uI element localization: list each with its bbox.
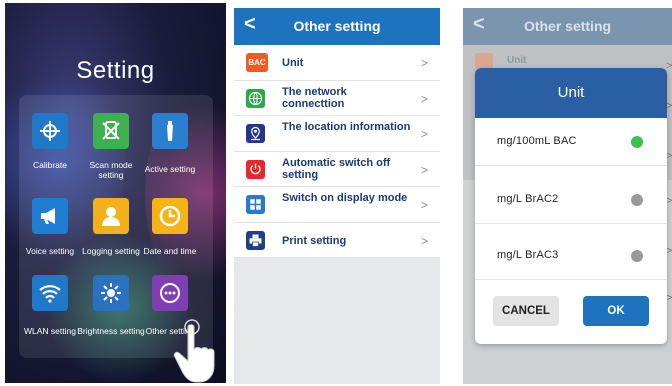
screenshot-root: Setting Calibrate Scan mode setting Acti…	[0, 0, 672, 386]
chevron-right-icon: >	[420, 127, 428, 141]
list-item-location[interactable]: The location information >	[234, 116, 440, 152]
list-item-label: The location information	[282, 121, 411, 133]
list-item-network[interactable]: The network connecttion >	[234, 81, 440, 116]
list-item-label: Switch on display mode	[282, 192, 408, 204]
unit-option-brac3[interactable]: mg/L BrAC3	[475, 232, 667, 280]
brightness-setting-tile[interactable]	[93, 275, 129, 311]
settings-list: BAC Unit > The network connecttion > The…	[234, 45, 440, 258]
list-item-unit[interactable]: BAC Unit >	[234, 45, 440, 81]
list-item-label: The network connecttion	[282, 85, 347, 110]
chevron-right-icon: >	[420, 91, 428, 106]
unit-dialog: Unit mg/100mL BAC mg/L BrAC2 mg/L BrAC3 …	[475, 68, 667, 344]
list-item-label: Automatic switch off setting	[282, 156, 391, 181]
unit-dialog-screen: < Other setting Unit > > > > > > Unit mg…	[463, 8, 672, 384]
unit-option-brac2[interactable]: mg/L BrAC2	[475, 176, 667, 224]
bac-icon-text: BAC	[248, 58, 266, 67]
breath-tube-icon	[167, 121, 173, 141]
list-item-label: Unit	[282, 57, 304, 69]
voice-setting-label: Voice setting	[25, 246, 75, 256]
calibrate-tile[interactable]	[32, 113, 68, 149]
date-time-tile[interactable]	[152, 198, 188, 234]
scan-mode-tile[interactable]	[93, 113, 129, 149]
unit-option-bac[interactable]: mg/100mL BAC	[475, 118, 667, 166]
header-title: Other setting	[523, 18, 612, 34]
radio-unselected-icon[interactable]	[631, 250, 643, 262]
app-header-dimmed: < Other setting	[463, 8, 672, 45]
ok-button[interactable]: OK	[583, 296, 649, 326]
app-header: < Other setting	[234, 8, 440, 45]
list-item-label: Print setting	[282, 234, 347, 247]
chevron-right-icon: >	[420, 233, 428, 248]
user-icon	[102, 207, 120, 226]
dialog-title: Unit	[475, 68, 667, 118]
other-setting-screen: < Other setting BAC Unit > The network c…	[234, 8, 440, 384]
clock-icon	[159, 205, 181, 227]
chevron-right-icon: >	[420, 198, 428, 212]
chevron-right-icon: >	[420, 162, 428, 177]
active-setting-tile[interactable]	[152, 113, 188, 149]
date-time-label: Date and time	[143, 246, 197, 256]
voice-setting-tile[interactable]	[32, 198, 68, 234]
list-item-display-mode[interactable]: Switch on display mode >	[234, 187, 440, 223]
chevron-right-icon: >	[420, 56, 428, 70]
other-setting-tile[interactable]	[152, 275, 188, 311]
scan-off-icon	[102, 121, 120, 140]
sun-icon	[101, 283, 121, 303]
logging-setting-tile[interactable]	[93, 198, 129, 234]
option-label: mg/L BrAC3	[497, 249, 559, 261]
bac-icon	[475, 53, 493, 69]
list-item-print[interactable]: Print setting >	[234, 223, 440, 258]
list-item-auto-switch-off[interactable]: Automatic switch off setting >	[234, 152, 440, 187]
header-title: Other setting	[293, 18, 381, 34]
page-title: Setting	[76, 57, 155, 84]
more-icon	[160, 283, 180, 303]
wlan-setting-label: WLAN setting	[24, 326, 76, 336]
tap-hand-icon	[173, 319, 215, 383]
bac-icon: BAC	[246, 53, 268, 72]
active-setting-label: Active setting	[144, 164, 196, 174]
megaphone-icon	[41, 208, 55, 224]
location-pin-icon	[246, 124, 265, 143]
display-mode-icon	[246, 195, 265, 214]
power-icon	[246, 159, 265, 179]
cancel-button[interactable]: CANCEL	[493, 296, 559, 326]
wlan-setting-tile[interactable]	[32, 275, 68, 311]
settings-home-screen: Setting Calibrate Scan mode setting Acti…	[5, 3, 226, 383]
printer-icon	[246, 230, 265, 250]
radio-selected-icon[interactable]	[631, 136, 643, 148]
calibrate-label: Calibrate	[32, 160, 68, 170]
dimmed-item-label: Unit	[507, 55, 527, 66]
radio-unselected-icon[interactable]	[631, 194, 643, 206]
globe-icon	[246, 88, 265, 108]
crosshair-icon	[40, 121, 60, 141]
option-label: mg/L BrAC2	[497, 193, 559, 205]
wifi-icon	[39, 285, 61, 303]
option-label: mg/100mL BAC	[497, 135, 577, 147]
